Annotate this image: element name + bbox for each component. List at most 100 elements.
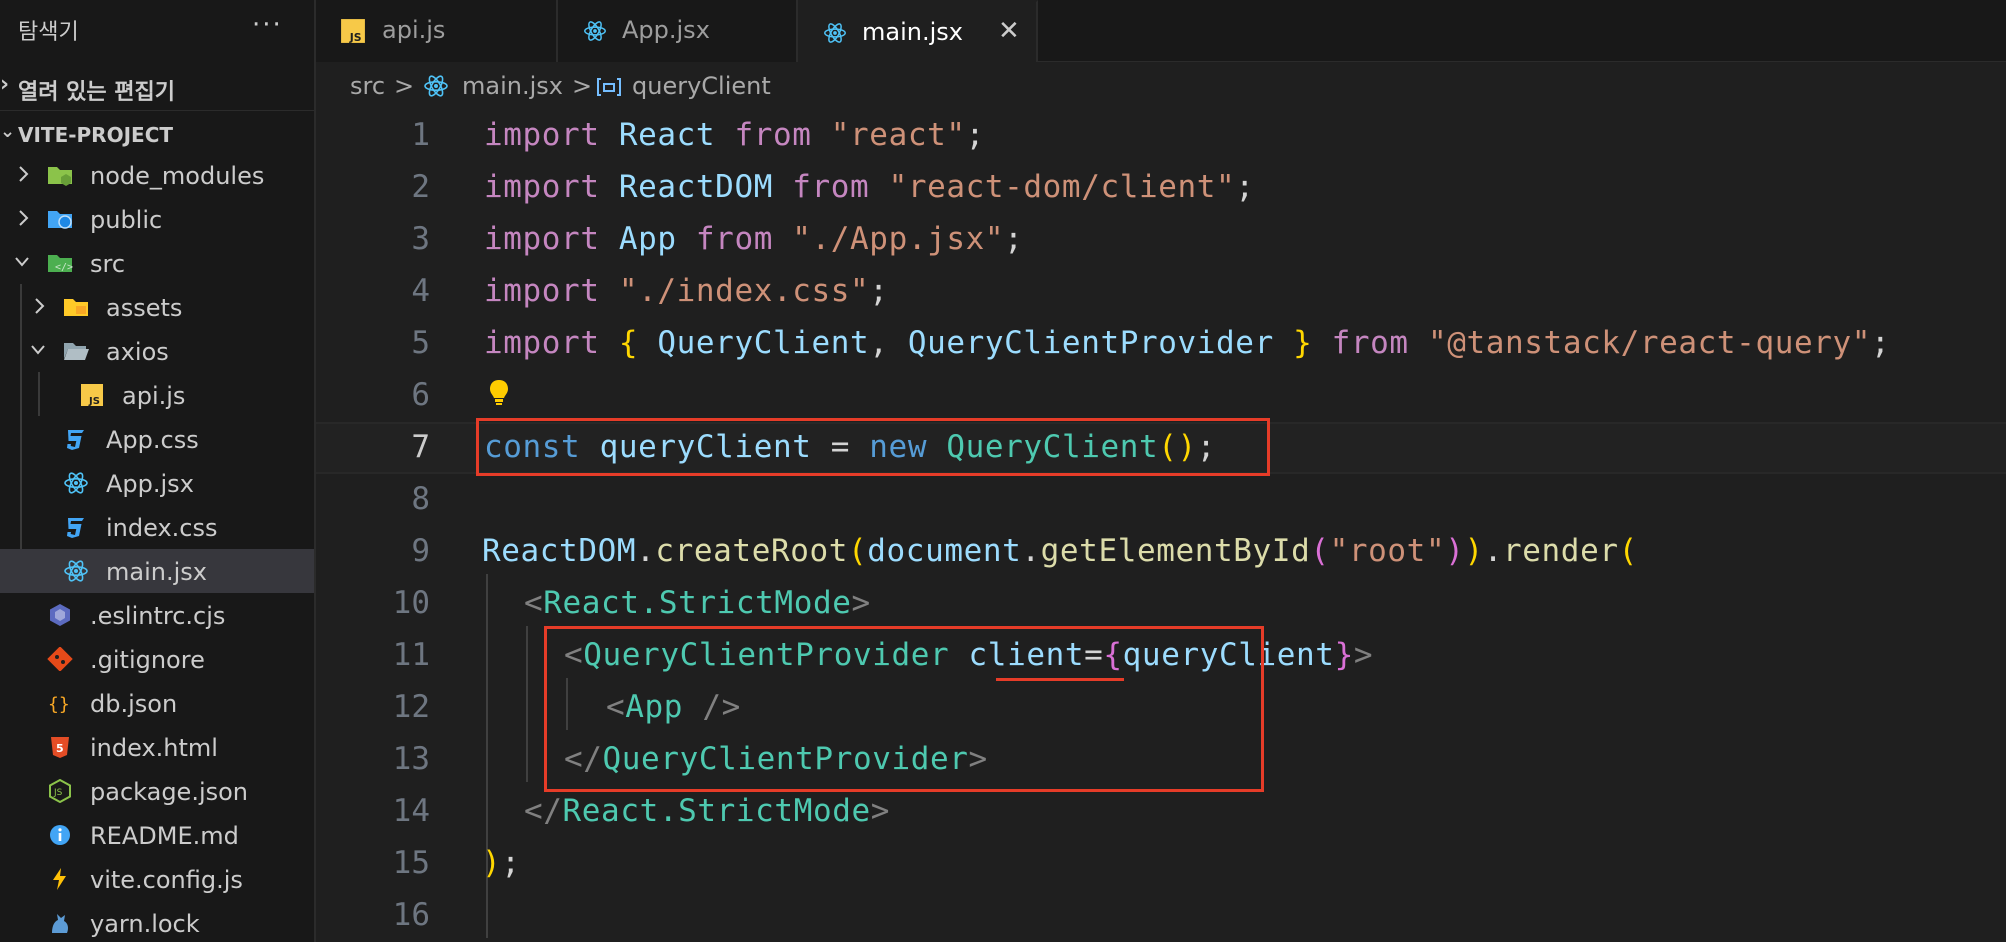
tab-label: App.jsx xyxy=(622,16,710,44)
lightbulb-icon[interactable] xyxy=(488,378,510,408)
tab-label: main.jsx xyxy=(862,18,963,46)
explorer-sidebar: 탐색기 ··· › 열려 있는 편집기 ⌄ VITE-PROJECT node_… xyxy=(0,0,316,942)
underline-client xyxy=(996,678,1124,681)
folder-open-icon xyxy=(64,343,89,360)
highlight-box-const xyxy=(476,418,1270,476)
tree-item-label: .gitignore xyxy=(90,646,205,674)
line-number: 12 xyxy=(392,689,430,725)
code-text: <React.StrictMode> xyxy=(524,585,871,621)
line-number: 1 xyxy=(411,117,430,153)
code-line: 6 xyxy=(316,370,2006,422)
tree-item-index-css[interactable]: index.css xyxy=(0,505,314,549)
breadcrumb-separator: > xyxy=(394,72,415,100)
tab-api-js[interactable]: JS api.js xyxy=(316,0,558,62)
code-line: 3 import App from "./App.jsx"; xyxy=(316,214,2006,266)
line-number: 14 xyxy=(392,793,430,829)
project-section[interactable]: ⌄ VITE-PROJECT xyxy=(0,110,314,154)
tree-item-api-js[interactable]: JS api.js xyxy=(0,373,314,417)
more-actions-icon[interactable]: ··· xyxy=(252,10,283,40)
breadcrumb-src[interactable]: src xyxy=(350,72,385,100)
close-icon[interactable]: ✕ xyxy=(998,16,1020,46)
code-line: 2 import ReactDOM from "react-dom/client… xyxy=(316,162,2006,214)
git-icon xyxy=(47,647,73,671)
code-text: </React.StrictMode> xyxy=(524,793,891,829)
chevron-right-icon xyxy=(19,210,29,226)
css-file-icon xyxy=(67,518,84,538)
yarn-cat-icon xyxy=(52,914,68,933)
tree-item-axios[interactable]: axios xyxy=(0,329,314,373)
chevron-down-icon xyxy=(31,345,45,355)
tree-item-assets[interactable]: assets xyxy=(0,285,314,329)
eslint-icon xyxy=(50,604,70,626)
chevron-right-icon: › xyxy=(0,72,10,97)
explorer-title: 탐색기 xyxy=(18,20,79,45)
tree-item-label: yarn.lock xyxy=(90,910,200,938)
tab-main-jsx[interactable]: main.jsx ✕ xyxy=(798,0,1038,62)
svg-text:</>: </> xyxy=(55,262,73,273)
breadcrumb-main-jsx[interactable]: main.jsx xyxy=(462,72,563,100)
editor-tab-bar: JS api.js App.jsx main.jsx ✕ xyxy=(316,0,2006,62)
tree-item-app-css[interactable]: App.css xyxy=(0,417,314,461)
tab-app-jsx[interactable]: App.jsx xyxy=(558,0,798,62)
tree-item-label: .eslintrc.cjs xyxy=(90,602,226,630)
breadcrumb: src > main.jsx > queryClient xyxy=(316,62,2006,110)
code-text: import "./index.css"; xyxy=(484,273,889,309)
tree-item-label: App.jsx xyxy=(106,470,194,498)
code-line: 5 import { QueryClient, QueryClientProvi… xyxy=(316,318,2006,370)
tree-item-node-modules[interactable]: node_modules xyxy=(0,153,314,197)
react-icon xyxy=(584,21,606,41)
js-file-icon: JS xyxy=(81,384,103,407)
react-icon xyxy=(64,560,88,582)
line-number: 11 xyxy=(392,637,430,673)
open-editors-label: 열려 있는 편집기 xyxy=(18,80,175,105)
tree-item-db-json[interactable]: {} db.json xyxy=(0,681,314,725)
breadcrumb-query-client[interactable]: queryClient xyxy=(632,72,771,100)
tree-item-label: index.html xyxy=(90,734,218,762)
line-number: 15 xyxy=(392,845,430,881)
svg-text:5: 5 xyxy=(56,742,64,755)
line-number: 8 xyxy=(411,481,430,517)
code-line: 1 import React from "react"; xyxy=(316,110,2006,162)
svg-text:JS: JS xyxy=(53,788,63,798)
chevron-right-icon xyxy=(35,298,45,314)
code-line: 9 ReactDOM.createRoot(document.getElemen… xyxy=(316,526,2006,578)
explorer-header: 탐색기 ··· xyxy=(0,0,314,58)
tree-item-src[interactable]: </> src xyxy=(0,241,314,285)
tree-item-eslintrc[interactable]: .eslintrc.cjs xyxy=(0,593,314,637)
chevron-right-icon xyxy=(19,166,29,182)
tree-item-vite-config[interactable]: vite.config.js xyxy=(0,857,314,901)
tree-item-package-json[interactable]: JS package.json xyxy=(0,769,314,813)
code-editor[interactable]: 1 import React from "react"; 2 import Re… xyxy=(316,110,2006,942)
variable-icon xyxy=(597,78,621,96)
tree-item-app-jsx[interactable]: App.jsx xyxy=(0,461,314,505)
code-text: import React from "react"; xyxy=(484,117,985,153)
tree-item-label: vite.config.js xyxy=(90,866,243,894)
tree-item-gitignore[interactable]: .gitignore xyxy=(0,637,314,681)
line-number: 9 xyxy=(411,533,430,569)
tree-item-index-html[interactable]: 5 index.html xyxy=(0,725,314,769)
tree-item-label: README.md xyxy=(90,822,239,850)
open-editors-section[interactable]: › 열려 있는 편집기 xyxy=(0,64,314,108)
tree-item-main-jsx[interactable]: main.jsx xyxy=(0,549,314,593)
react-icon xyxy=(424,75,448,97)
tree-item-label: main.jsx xyxy=(106,558,207,586)
line-number: 16 xyxy=(392,897,430,933)
svg-text:JS: JS xyxy=(88,396,100,407)
tree-item-yarn-lock[interactable]: yarn.lock xyxy=(0,901,314,942)
highlight-box-provider xyxy=(544,626,1264,792)
svg-text:JS: JS xyxy=(349,31,362,44)
line-number: 13 xyxy=(392,741,430,777)
tree-item-readme[interactable]: README.md xyxy=(0,813,314,857)
json-icon: {} xyxy=(48,694,70,715)
svg-text:{}: {} xyxy=(48,694,70,715)
tree-item-label: node_modules xyxy=(90,162,265,190)
tree-item-label: public xyxy=(90,206,163,234)
code-line: 8 xyxy=(316,474,2006,526)
tree-item-label: index.css xyxy=(106,514,218,542)
line-number: 5 xyxy=(411,325,430,361)
tree-item-public[interactable]: public xyxy=(0,197,314,241)
code-line: 14 </React.StrictMode> xyxy=(316,786,2006,838)
code-text: import { QueryClient, QueryClientProvide… xyxy=(484,325,1891,361)
tab-label: api.js xyxy=(382,16,446,44)
line-number: 7 xyxy=(411,429,430,465)
